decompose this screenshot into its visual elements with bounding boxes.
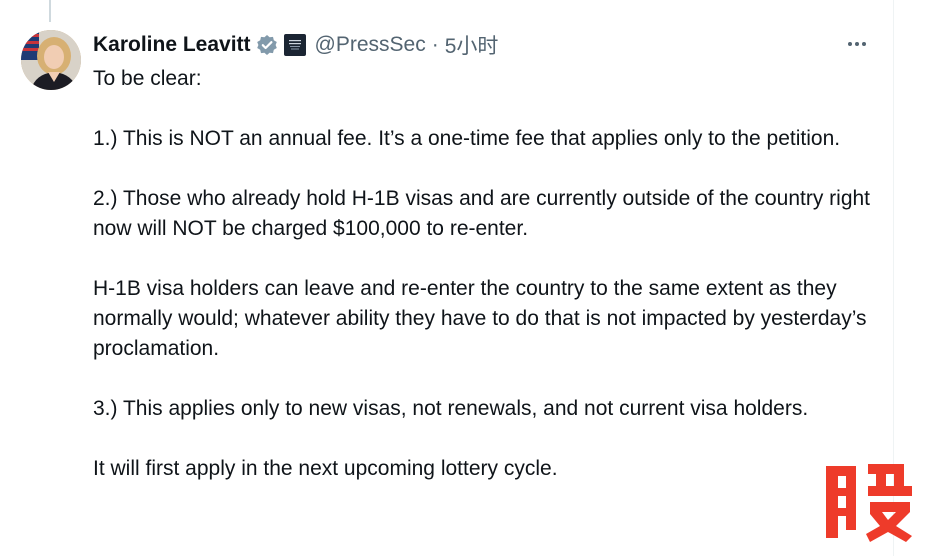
more-dot bbox=[862, 42, 866, 46]
more-dot bbox=[855, 42, 859, 46]
author-display-name[interactable]: Karoline Leavitt bbox=[93, 33, 251, 57]
tweet-header: Karoline Leavitt @PressSec · 5小时 bbox=[93, 30, 498, 60]
author-handle[interactable]: @PressSec bbox=[315, 33, 426, 57]
profile-photo-icon bbox=[21, 30, 81, 90]
avatar[interactable] bbox=[21, 30, 81, 90]
verified-badge-icon[interactable] bbox=[256, 34, 278, 56]
tweet-body-text: To be clear: 1.) This is NOT an annual f… bbox=[93, 67, 871, 480]
tweet-timestamp[interactable]: 5小时 bbox=[445, 30, 499, 60]
header-separator: · bbox=[431, 33, 439, 56]
white-house-seal-badge-icon[interactable] bbox=[283, 34, 306, 56]
more-horizontal-icon bbox=[848, 42, 852, 46]
thread-connector-line bbox=[49, 0, 51, 22]
watermark-logo bbox=[826, 464, 912, 542]
more-options-button[interactable] bbox=[842, 32, 872, 56]
